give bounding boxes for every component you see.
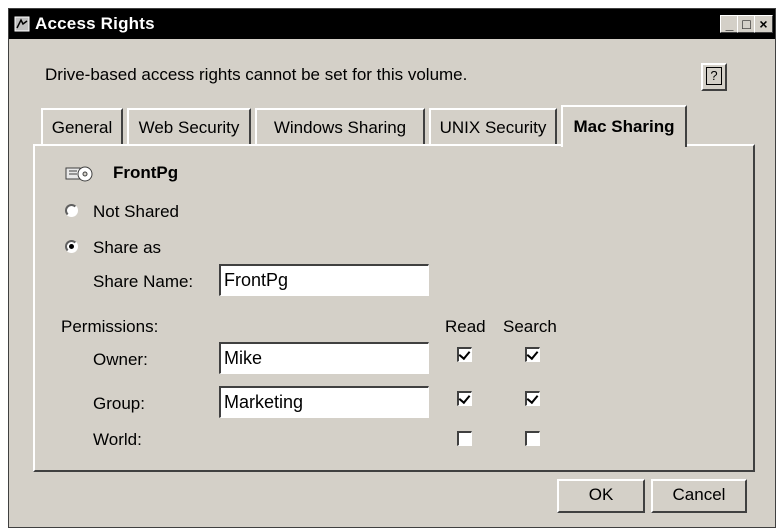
close-button[interactable]: × <box>754 15 773 33</box>
group-input[interactable]: Marketing <box>219 386 429 418</box>
world-search-checkbox[interactable] <box>525 431 540 446</box>
help-icon: ? <box>706 67 722 85</box>
share-as-label[interactable]: Share as <box>93 238 161 258</box>
access-rights-dialog: Access Rights _ □ × Drive-based access r… <box>8 8 776 528</box>
share-name-input[interactable]: FrontPg <box>219 264 429 296</box>
share-as-radio[interactable] <box>65 240 78 253</box>
tab-general[interactable]: General <box>41 108 123 146</box>
read-column-header: Read <box>445 317 486 336</box>
maximize-icon: □ <box>742 16 751 32</box>
group-search-checkbox[interactable] <box>525 391 540 406</box>
app-icon <box>14 16 30 32</box>
owner-search-checkbox[interactable] <box>525 347 540 362</box>
window-title: Access Rights <box>35 14 155 33</box>
world-read-checkbox[interactable] <box>457 431 472 446</box>
ok-button[interactable]: OK <box>557 479 645 513</box>
search-column-header: Search <box>503 317 557 336</box>
info-message: Drive-based access rights cannot be set … <box>45 65 468 84</box>
owner-input[interactable]: Mike <box>219 342 429 374</box>
minimize-icon: _ <box>725 16 734 32</box>
group-read-checkbox[interactable] <box>457 391 472 406</box>
mac-sharing-panel <box>33 144 755 472</box>
tab-unix-security[interactable]: UNIX Security <box>429 108 557 146</box>
tab-windows-sharing[interactable]: Windows Sharing <box>255 108 425 146</box>
volume-name: FrontPg <box>113 163 179 182</box>
world-label: World: <box>93 430 142 449</box>
owner-label: Owner: <box>93 350 148 369</box>
not-shared-radio[interactable] <box>65 204 78 217</box>
tab-mac-sharing[interactable]: Mac Sharing <box>561 105 687 147</box>
title-bar[interactable]: Access Rights _ □ × <box>9 9 775 39</box>
owner-read-checkbox[interactable] <box>457 347 472 362</box>
tab-web-security[interactable]: Web Security <box>127 108 251 146</box>
not-shared-label[interactable]: Not Shared <box>93 202 179 222</box>
group-label: Group: <box>93 394 145 413</box>
drive-icon <box>65 166 93 182</box>
cancel-button[interactable]: Cancel <box>651 479 747 513</box>
share-name-label: Share Name: <box>93 272 194 291</box>
help-button[interactable]: ? <box>701 63 727 91</box>
close-icon: × <box>759 16 768 32</box>
permissions-label: Permissions: <box>61 317 159 336</box>
